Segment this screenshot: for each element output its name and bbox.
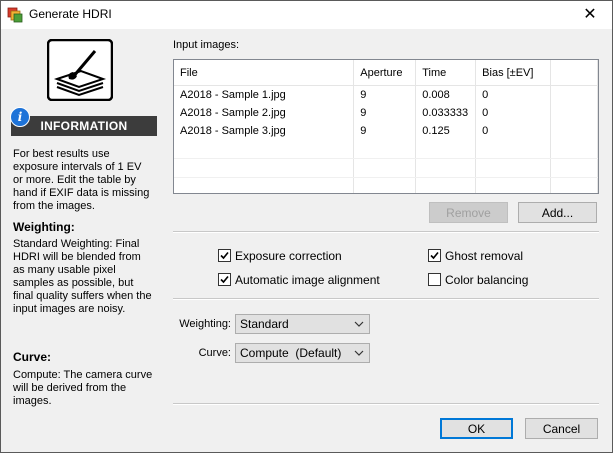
- checkbox-box[interactable]: [428, 273, 441, 286]
- hdri-stack-brush-icon: [47, 39, 113, 101]
- checkbox-label: Color balancing: [445, 273, 529, 287]
- weighting-description: Standard Weighting: Final HDRI will be b…: [13, 238, 152, 315]
- table-header-row: File Aperture Time Bias [±EV]: [174, 60, 598, 86]
- checkbox-label: Ghost removal: [445, 249, 524, 263]
- cell-file[interactable]: A2018 - Sample 3.jpg: [174, 122, 355, 140]
- ok-button[interactable]: OK: [440, 418, 513, 439]
- information-header: INFORMATION: [11, 116, 157, 136]
- curve-select[interactable]: Compute (Default): [235, 343, 370, 363]
- column-header-time[interactable]: Time: [415, 60, 477, 86]
- table-row[interactable]: A2018 - Sample 3.jpg 9 0.125 0: [174, 122, 598, 140]
- input-images-label: Input images:: [173, 39, 240, 51]
- cell-aperture[interactable]: 9: [353, 104, 417, 122]
- cell-aperture[interactable]: 9: [353, 85, 417, 104]
- empty-row: [174, 158, 598, 178]
- checkbox-label: Exposure correction: [235, 249, 342, 263]
- cell-file[interactable]: A2018 - Sample 2.jpg: [174, 104, 355, 122]
- column-header-bias[interactable]: Bias [±EV]: [475, 60, 552, 86]
- info-icon: i: [10, 107, 30, 127]
- weighting-label: Weighting:: [179, 318, 231, 330]
- cell-time[interactable]: 0.033333: [415, 104, 477, 122]
- column-header-aperture[interactable]: Aperture: [353, 60, 417, 86]
- chevron-down-icon: [354, 350, 364, 356]
- column-header-file[interactable]: File: [174, 60, 355, 86]
- checkbox-label: Automatic image alignment: [235, 273, 380, 287]
- chevron-down-icon: [354, 321, 364, 327]
- checkbox-box[interactable]: [218, 273, 231, 286]
- weighting-heading: Weighting:: [13, 220, 75, 234]
- info-intro-text: For best results use exposure intervals …: [13, 148, 150, 212]
- window-title: Generate HDRI: [29, 7, 112, 21]
- remove-button[interactable]: Remove: [429, 202, 508, 223]
- separator: [173, 231, 599, 233]
- cell-time[interactable]: 0.125: [415, 122, 477, 140]
- checkmark-icon: [220, 275, 229, 284]
- checkbox-box[interactable]: [218, 249, 231, 262]
- checkmark-icon: [430, 251, 439, 260]
- checkbox-box[interactable]: [428, 249, 441, 262]
- table-row[interactable]: A2018 - Sample 1.jpg 9 0.008 0: [174, 85, 598, 104]
- cancel-button[interactable]: Cancel: [525, 418, 598, 439]
- cell-time[interactable]: 0.008: [415, 85, 477, 104]
- generate-hdri-dialog: Generate HDRI ✕ i INFORMATION For best r…: [0, 0, 613, 453]
- cell-bias[interactable]: 0: [475, 85, 552, 104]
- curve-label: Curve:: [198, 347, 231, 359]
- table-row[interactable]: A2018 - Sample 2.jpg 9 0.033333 0: [174, 104, 598, 122]
- add-button[interactable]: Add...: [518, 202, 597, 223]
- empty-row: [174, 140, 598, 159]
- weighting-select[interactable]: Standard: [235, 314, 370, 334]
- cell-file[interactable]: A2018 - Sample 1.jpg: [174, 85, 355, 104]
- information-panel: i INFORMATION For best results use expos…: [1, 29, 159, 452]
- cell-aperture[interactable]: 9: [353, 122, 417, 140]
- input-images-table[interactable]: File Aperture Time Bias [±EV] A2018 - Sa…: [173, 59, 599, 194]
- curve-heading: Curve:: [13, 350, 52, 364]
- curve-description: Compute: The camera curve will be derive…: [13, 369, 153, 407]
- cell-bias[interactable]: 0: [475, 104, 552, 122]
- checkmark-icon: [220, 251, 229, 260]
- column-header-empty: [550, 60, 598, 86]
- hdri-app-icon: [7, 7, 23, 23]
- empty-row: [174, 177, 598, 193]
- cell-bias[interactable]: 0: [475, 122, 552, 140]
- curve-value: Compute (Default): [240, 346, 342, 360]
- weighting-value: Standard: [240, 317, 289, 331]
- title-bar: Generate HDRI ✕: [1, 1, 612, 29]
- close-icon[interactable]: ✕: [568, 1, 612, 29]
- separator: [173, 298, 599, 300]
- separator: [173, 403, 599, 405]
